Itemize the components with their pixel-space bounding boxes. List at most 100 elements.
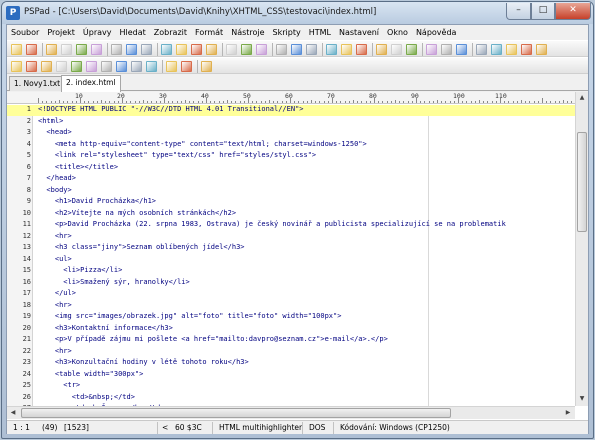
menu-item[interactable]: Zobrazit — [150, 25, 191, 40]
list-icon[interactable] — [521, 44, 532, 55]
code-text[interactable]: <li>Smažený sýr, hranolky</li> — [38, 277, 189, 289]
cut-icon[interactable] — [176, 44, 187, 55]
undo-icon[interactable] — [326, 44, 337, 55]
code-line[interactable]: 14 <ul> — [7, 254, 575, 266]
maximize-button[interactable]: □ — [531, 3, 555, 20]
code-icon[interactable] — [181, 61, 192, 72]
title-bar[interactable]: P PSPad - [C:\Users\David\Documents\Davi… — [2, 2, 593, 24]
open-folder-icon[interactable] — [126, 44, 137, 55]
code-line[interactable]: 20 <h3>Kontaktní informace</h3> — [7, 323, 575, 335]
code-line[interactable]: 3 <head> — [7, 127, 575, 139]
horizontal-scrollbar[interactable]: ◀ ▶ — [7, 406, 575, 419]
menu-item[interactable]: Úpravy — [79, 25, 116, 40]
editor-area[interactable]: 10 20 30 40 50 60 70 80 90 100 110 1 <!DOCTYPE HTML… — [7, 92, 588, 420]
code-text[interactable]: <body> — [38, 185, 71, 197]
code-line[interactable]: 17 </ul> — [7, 288, 575, 300]
redo-icon[interactable] — [341, 44, 352, 55]
code-text[interactable]: <!DOCTYPE HTML PUBLIC "-//W3C//DTD HTML … — [38, 105, 304, 116]
vertical-scroll-thumb[interactable] — [577, 132, 587, 232]
code-text[interactable]: <h2>Vítejte na mých osobních stránkách</… — [38, 208, 236, 220]
code-text[interactable]: <hr> — [38, 300, 72, 312]
code-line[interactable]: 26 <td>&nbsp;</td> — [7, 392, 575, 404]
menu-item[interactable]: Formát — [191, 25, 227, 40]
code-text[interactable]: <h3>Kontaktní informace</h3> — [38, 323, 173, 335]
css-icon[interactable] — [56, 61, 67, 72]
code-line[interactable]: 12 <hr> — [7, 231, 575, 243]
scroll-up-icon[interactable]: ▲ — [576, 92, 588, 104]
spell-icon[interactable] — [166, 61, 177, 72]
code-line[interactable]: 7 </head> — [7, 173, 575, 185]
html-tag-icon[interactable] — [11, 61, 22, 72]
status-encoding[interactable]: Kódování: Windows (CP1250) — [340, 423, 450, 433]
code-lines[interactable]: 1 <!DOCTYPE HTML PUBLIC "-//W3C//DTD HTML… — [7, 105, 575, 406]
code-text[interactable]: <title></title> — [38, 162, 118, 174]
new-file-icon[interactable] — [11, 44, 22, 55]
close-doc-icon[interactable] — [406, 44, 417, 55]
code-text[interactable]: <li>Pizza</li> — [38, 265, 122, 277]
close-button[interactable]: ✕ — [555, 3, 591, 20]
code-line[interactable]: 10 <h2>Vítejte na mých osobních stránkác… — [7, 208, 575, 220]
tab-document[interactable]: 2. index.html — [61, 75, 121, 92]
browser-icon[interactable] — [86, 61, 97, 72]
page-icon[interactable] — [131, 61, 142, 72]
tags-icon[interactable] — [101, 61, 112, 72]
clipboard-icon[interactable] — [391, 44, 402, 55]
template-icon[interactable] — [146, 61, 157, 72]
settings-icon[interactable] — [441, 44, 452, 55]
menu-item[interactable]: HTML — [305, 25, 335, 40]
tools-icon[interactable] — [356, 44, 367, 55]
paste-icon[interactable] — [206, 44, 217, 55]
menu-item[interactable]: Nápověda — [412, 25, 461, 40]
code-text[interactable]: <tr> — [38, 380, 80, 392]
code-line[interactable]: 9 <h1>David Procházka</h1> — [7, 196, 575, 208]
find-icon[interactable] — [226, 44, 237, 55]
code-text[interactable]: <meta http-equiv="content-type" content=… — [38, 139, 367, 151]
code-line[interactable]: 23 <h3>Konzultační hodiny v létě tohoto … — [7, 357, 575, 369]
code-text[interactable]: <hr> — [38, 346, 72, 358]
code-text[interactable]: </ul> — [38, 288, 76, 300]
vertical-scrollbar[interactable]: ▲ ▼ — [575, 92, 588, 406]
wrap-icon[interactable] — [491, 44, 502, 55]
copy-icon[interactable] — [191, 44, 202, 55]
horizontal-scroll-thumb[interactable] — [21, 408, 451, 418]
print-preview-icon[interactable] — [91, 44, 102, 55]
tab-document[interactable]: 1. Novy1.txt — [9, 76, 66, 91]
folder-icon[interactable] — [111, 44, 122, 55]
menu-item[interactable]: Okno — [383, 25, 412, 40]
code-text[interactable]: <img src="images/obrazek.jpg" alt="foto"… — [38, 311, 342, 323]
scroll-left-icon[interactable]: ◀ — [7, 407, 19, 419]
print-icon[interactable] — [76, 44, 87, 55]
save-icon[interactable] — [46, 44, 57, 55]
menu-item[interactable]: Nastavení — [335, 25, 383, 40]
css-editor-icon[interactable] — [71, 61, 82, 72]
code-text[interactable]: <table width="300px"> — [38, 369, 144, 381]
save-as-icon[interactable] — [141, 44, 152, 55]
code-text[interactable]: <ul> — [38, 254, 72, 266]
menu-item[interactable]: Hledat — [116, 25, 150, 40]
bookmark-icon[interactable] — [426, 44, 437, 55]
code-line[interactable]: 25 <tr> — [7, 380, 575, 392]
menu-item[interactable]: Soubor — [7, 25, 43, 40]
code-line[interactable]: 1 <!DOCTYPE HTML PUBLIC "-//W3C//DTD HTML… — [7, 105, 575, 116]
code-text[interactable]: <head> — [38, 127, 71, 139]
window-icon[interactable] — [291, 44, 302, 55]
code-line[interactable]: 24 <table width="300px"> — [7, 369, 575, 381]
code-line[interactable]: 13 <h3 class="jiny">Seznam oblíbených jí… — [7, 242, 575, 254]
pspad-app-icon[interactable]: P — [6, 6, 20, 20]
status-highlighter[interactable]: HTML multihighlighter — [219, 423, 302, 433]
syntax-icon[interactable] — [456, 44, 467, 55]
code-text[interactable]: <h3>Konzultační hodiny v létě tohoto rok… — [38, 357, 249, 369]
minimize-button[interactable]: – — [506, 3, 531, 20]
code-line[interactable]: 2 <html> — [7, 116, 575, 128]
code-line[interactable]: 19 <img src="images/obrazek.jpg" alt="fo… — [7, 311, 575, 323]
panel-icon[interactable] — [506, 44, 517, 55]
paste2-icon[interactable] — [376, 44, 387, 55]
open-icon[interactable] — [26, 44, 37, 55]
code-line[interactable]: 6 <title></title> — [7, 162, 575, 174]
code-line[interactable]: 11 <p>David Procházka (22. srpna 1983, O… — [7, 219, 575, 231]
code-text[interactable]: <h1>David Procházka</h1> — [38, 196, 156, 208]
window2-icon[interactable] — [306, 44, 317, 55]
code-line[interactable]: 22 <hr> — [7, 346, 575, 358]
code-text[interactable]: </head> — [38, 173, 76, 185]
find-replace-icon[interactable] — [241, 44, 252, 55]
